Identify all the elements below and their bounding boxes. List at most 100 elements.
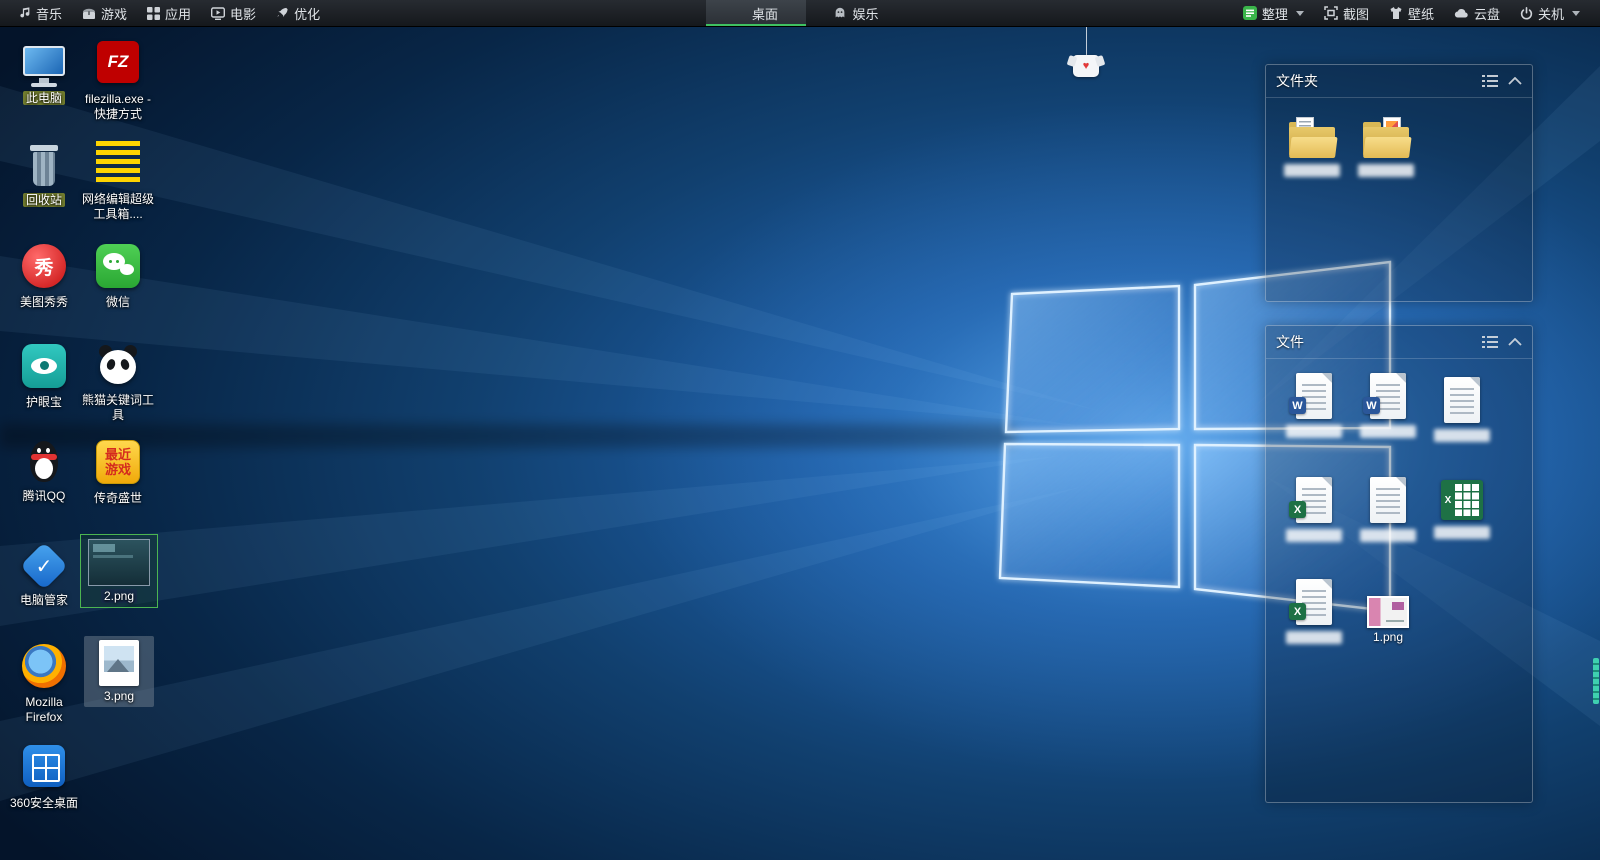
desktop-icon-this-pc[interactable]: 此电脑 (8, 40, 80, 106)
filezilla-icon: FZ (94, 41, 142, 89)
organize-button[interactable]: 整理 (1233, 0, 1314, 26)
eye-care-icon (20, 344, 68, 392)
edge-scrollbar[interactable] (1593, 658, 1599, 704)
desktop-area[interactable]: ♥ 此电脑 回收站 秀 美图秀秀 护眼宝 腾讯QQ ✓ 电脑管家 Mozilla… (0, 26, 1600, 860)
center-tabs: 桌面 娱乐 (706, 0, 906, 26)
desktop-icon-web-toolbox[interactable]: 网络编辑超级工具箱.... (82, 138, 154, 222)
movies-icon (211, 7, 225, 20)
cloud-label: 云盘 (1474, 4, 1500, 23)
files-panel-header[interactable]: 文件 (1266, 326, 1532, 359)
menu-movies-label: 电影 (230, 4, 256, 23)
menu-music-label: 音乐 (36, 4, 62, 23)
folder-item-2[interactable] (1354, 120, 1418, 177)
tab-entertainment[interactable]: 娱乐 (806, 0, 906, 26)
folder-item-1[interactable] (1280, 120, 1344, 177)
eye-care-label: 护眼宝 (8, 395, 80, 410)
ghost-icon (833, 6, 847, 20)
wallpaper-button[interactable]: 壁纸 (1379, 0, 1444, 26)
folders-panel-title: 文件夹 (1276, 71, 1472, 91)
file-item-text-1[interactable] (1430, 377, 1494, 442)
excel-badge: X (1289, 501, 1306, 518)
power-button[interactable]: 关机 (1510, 0, 1590, 26)
tab-desktop[interactable]: 桌面 (706, 0, 806, 26)
legend-game-label: 传奇盛世 (82, 491, 154, 506)
desktop-icon-eye-care[interactable]: 护眼宝 (8, 342, 80, 410)
organize-caret-icon (1296, 11, 1304, 16)
1png-label: 1.png (1356, 630, 1420, 644)
web-toolbox-icon (94, 141, 142, 189)
desktop-icon-recycle-bin[interactable]: 回收站 (8, 142, 80, 208)
screenshot-icon (1324, 6, 1338, 20)
file-item-excel-1[interactable]: X (1282, 477, 1346, 542)
desktop-icon-legend-game[interactable]: 最近 游戏 传奇盛世 (82, 438, 154, 506)
desktop-icon-2png[interactable]: 2.png (80, 534, 158, 608)
tab-entertainment-label: 娱乐 (852, 4, 878, 23)
folders-panel: 文件夹 (1265, 64, 1533, 302)
toolbar-left-group: 音乐 游戏 应用 电影 优化 (0, 0, 330, 26)
folder-icon (1289, 120, 1335, 158)
word-badge: W (1363, 397, 1380, 414)
cloud-button[interactable]: 云盘 (1444, 0, 1510, 26)
file-item-text-2[interactable] (1356, 477, 1420, 542)
power-label: 关机 (1538, 4, 1564, 23)
collapse-panel-icon[interactable] (1508, 77, 1522, 85)
1png-thumbnail (1367, 596, 1409, 628)
blurred-file-name (1434, 429, 1490, 442)
folders-panel-header[interactable]: 文件夹 (1266, 65, 1532, 98)
desktop-icon-filezilla[interactable]: FZ filezilla.exe - 快捷方式 (82, 38, 154, 122)
menu-optimize[interactable]: 优化 (266, 0, 330, 26)
screenshot-button[interactable]: 截图 (1314, 0, 1379, 26)
top-toolbar: 音乐 游戏 应用 电影 优化 桌面 娱乐 整理 (0, 0, 1600, 27)
hang-line (1086, 26, 1087, 56)
hanging-shirt-decoration[interactable]: ♥ (1070, 26, 1102, 77)
file-item-word-2[interactable]: W (1356, 373, 1420, 438)
menu-apps[interactable]: 应用 (137, 0, 201, 26)
menu-music[interactable]: 音乐 (8, 0, 72, 26)
files-panel: 文件 W W X (1265, 325, 1533, 803)
panda-tool-icon (94, 342, 142, 390)
collapse-panel-icon[interactable] (1508, 338, 1522, 346)
desktop-icon-wechat[interactable]: 微信 (82, 242, 154, 310)
optimize-rocket-icon (276, 7, 289, 20)
text-doc-icon (1444, 377, 1480, 423)
meitu-icon: 秀 (20, 244, 68, 292)
games-icon (82, 7, 96, 20)
cloud-icon (1454, 6, 1469, 20)
pc-manager-label: 电脑管家 (8, 593, 80, 608)
3png-image-file-icon (99, 640, 139, 686)
menu-games-label: 游戏 (101, 4, 127, 23)
desktop-icon-3png[interactable]: 3.png (84, 636, 154, 707)
file-item-excel-2[interactable]: X (1282, 579, 1346, 644)
list-view-icon[interactable] (1482, 74, 1498, 88)
menu-games[interactable]: 游戏 (72, 0, 137, 26)
heart-icon: ♥ (1073, 55, 1099, 77)
desktop-icon-pc-manager[interactable]: ✓ 电脑管家 (8, 542, 80, 608)
desktop-icon-meitu[interactable]: 秀 美图秀秀 (8, 242, 80, 310)
menu-movies[interactable]: 电影 (201, 0, 266, 26)
file-item-word-1[interactable]: W (1282, 373, 1346, 438)
power-icon (1520, 7, 1533, 20)
desktop-icon-panda-tool[interactable]: 熊猫关键词工具 (82, 342, 154, 423)
blurred-file-name (1286, 425, 1342, 438)
meitu-label: 美图秀秀 (8, 295, 80, 310)
recent-game-badge-top: 最近 (105, 447, 131, 462)
list-view-icon[interactable] (1482, 335, 1498, 349)
shirt-icon (1389, 6, 1403, 20)
desktop-icon-360-desktop[interactable]: 360安全桌面 (8, 742, 80, 811)
desktop-icon-firefox[interactable]: Mozilla Firefox (8, 642, 80, 725)
power-caret-icon (1572, 11, 1580, 16)
excel-badge: X (1289, 603, 1306, 620)
shirt-widget-icon: ♥ (1073, 55, 1099, 77)
blurred-file-name (1434, 526, 1490, 539)
blurred-file-name (1360, 529, 1416, 542)
file-item-excel-table[interactable]: X (1430, 477, 1494, 539)
legend-game-icon: 最近 游戏 (94, 440, 142, 488)
desktop-icon-qq[interactable]: 腾讯QQ (8, 438, 80, 504)
text-doc-icon (1370, 477, 1406, 523)
recent-game-badge-bottom: 游戏 (105, 462, 131, 477)
qq-penguin-icon (20, 438, 68, 486)
this-pc-icon (20, 40, 68, 88)
music-icon (18, 6, 31, 20)
toolbar-right-group: 整理 截图 壁纸 云盘 关机 (1233, 0, 1600, 26)
file-item-1png[interactable]: 1.png (1356, 587, 1420, 644)
